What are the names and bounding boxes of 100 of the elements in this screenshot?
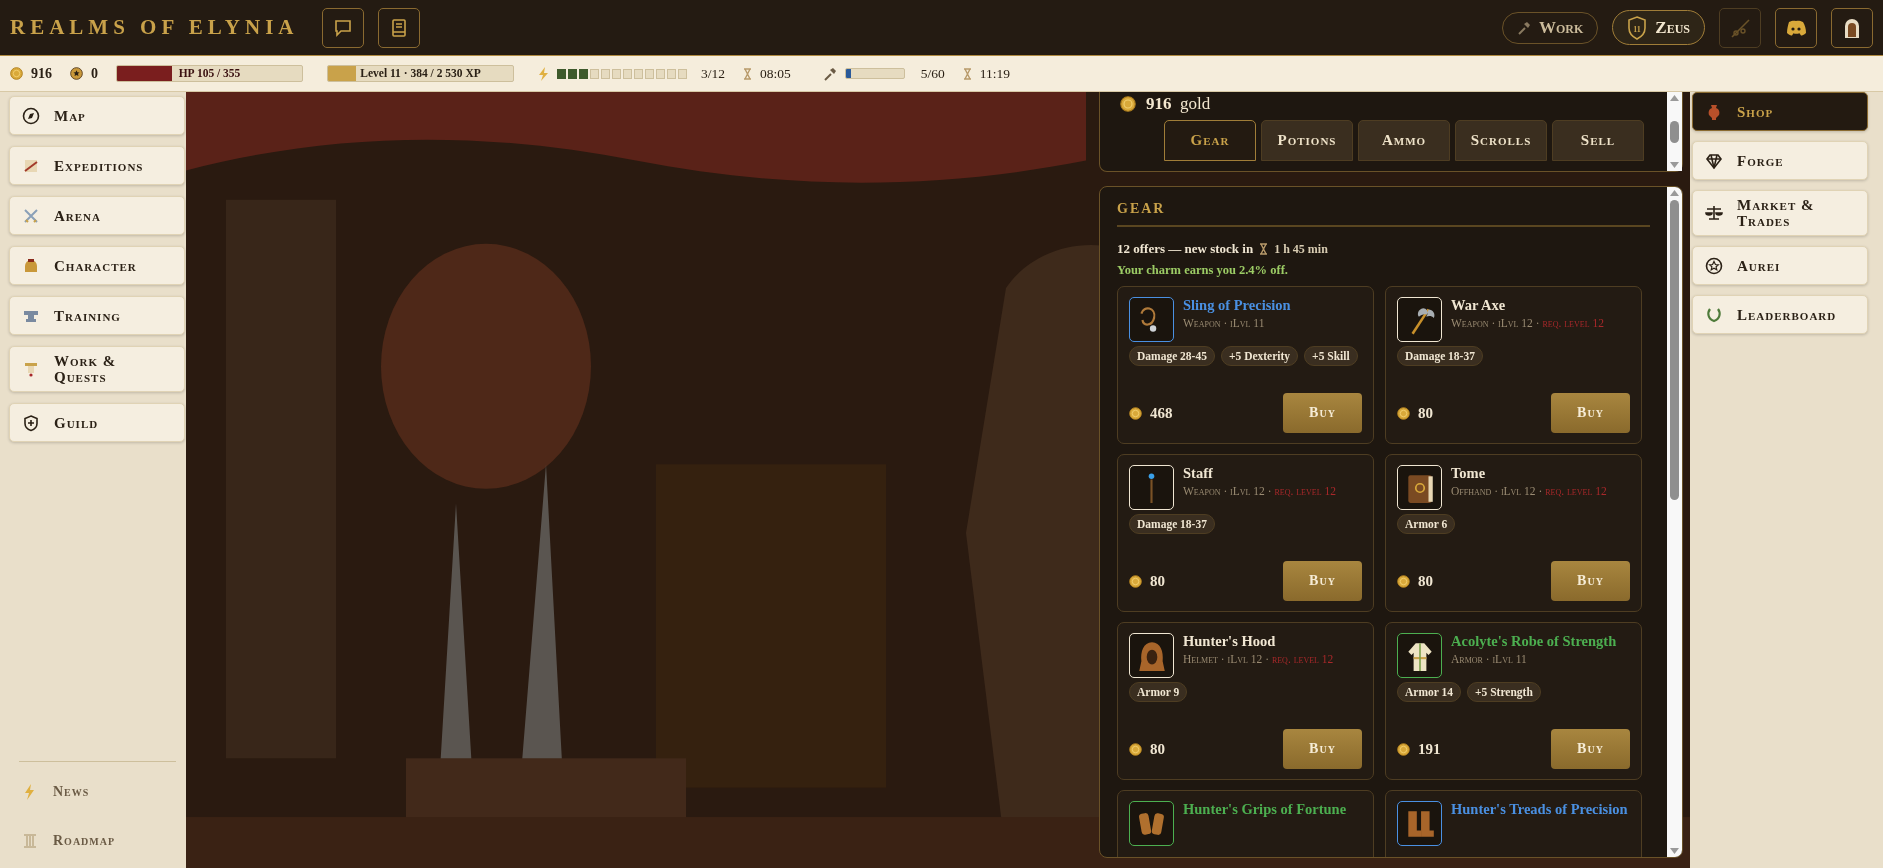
scroll-down-icon [1670, 848, 1679, 854]
profile-button[interactable]: 11 Zeus [1612, 10, 1705, 45]
hourglass-icon [1259, 243, 1269, 255]
offers-text: 12 offers — new stock in [1117, 241, 1254, 257]
hourglass-icon [743, 67, 752, 80]
nav-item[interactable]: Arena [9, 196, 185, 235]
stat-tag: Damage 18-37 [1397, 346, 1483, 366]
item-meta: Armor · iLvl 11 [1451, 653, 1528, 665]
scroll-thumb[interactable] [1670, 120, 1679, 143]
restock-timer: 1 h 45 min [1274, 241, 1328, 257]
item-price: 80 [1150, 572, 1165, 590]
shop-tab[interactable]: Scrolls [1455, 120, 1547, 161]
chat-button[interactable] [322, 7, 365, 48]
scroll-thumb[interactable] [1670, 200, 1679, 500]
level-shield-icon: 11 [1627, 15, 1648, 40]
stat-tag: +5 Dexterity [1220, 346, 1299, 366]
stat-tag: Armor 14 [1397, 682, 1461, 702]
helmet-icon [22, 256, 40, 275]
discount-text: Your charm earns you 2.4% off. [1117, 263, 1289, 278]
item-name: Staff [1183, 465, 1214, 482]
hammer-icon [822, 66, 837, 81]
coin-count: 916 [31, 65, 52, 82]
nav-item[interactable]: Training [9, 296, 185, 335]
energy-reading: 3/12 [701, 65, 725, 82]
discord-button[interactable] [1775, 7, 1817, 48]
hourglass-icon [962, 67, 972, 80]
footer-link[interactable]: News [9, 773, 186, 811]
item-meta: Weapon · iLvl 11 [1183, 317, 1266, 329]
chat-icon [333, 17, 354, 38]
work-reading: 5/60 [920, 65, 945, 82]
shop-tab[interactable]: Potions [1261, 120, 1353, 161]
nav-item[interactable]: Work & Quests [9, 346, 185, 392]
energy-timer: 08:05 [760, 65, 791, 82]
coin-icon [1129, 574, 1142, 588]
item-name: Hunter's Hood [1183, 633, 1277, 650]
nav-item[interactable]: Map [9, 96, 185, 135]
nav-item[interactable]: Character [9, 246, 185, 285]
aurei-amount: 0 [91, 65, 98, 82]
shop-tab[interactable]: Sell [1552, 120, 1644, 161]
coin-icon [1129, 742, 1142, 756]
item-price: 80 [1418, 572, 1433, 590]
stat-tag: +5 Strength [1467, 682, 1541, 702]
shop-tab[interactable]: Ammo [1358, 120, 1450, 161]
item-meta: Offhand · iLvl 12 · req. level 12 [1451, 485, 1607, 497]
coin-icon [1129, 406, 1142, 420]
nav-item[interactable]: Shop [1692, 92, 1868, 131]
nav-item[interactable]: Forge [1692, 141, 1868, 180]
item-name: Hunter's Treads of Precision [1451, 801, 1628, 818]
nav-item[interactable]: Guild [9, 403, 185, 442]
item-meta: Weapon · iLvl 12 · req. level 12 [1183, 485, 1336, 497]
book-icon [390, 17, 409, 38]
scrollbar[interactable] [1667, 92, 1682, 171]
scroll-up-icon [1670, 95, 1679, 101]
coin-balance: 916 gold [1146, 94, 1211, 114]
coin-icon [10, 67, 23, 80]
diamond-icon [1705, 151, 1723, 170]
nav-item[interactable]: Leaderboard [1692, 295, 1868, 334]
controller-icon [1785, 19, 1807, 36]
item-meta: Helmet · iLvl 12 · req. level 12 [1183, 653, 1334, 665]
item-name: Sling of Precision [1183, 297, 1291, 314]
scroll-up-icon [1670, 190, 1679, 196]
nav-item[interactable]: Market & Trades [1692, 190, 1868, 236]
pillar-icon [21, 832, 39, 850]
footer-link[interactable]: Roadmap [9, 822, 186, 860]
star-coin-icon [1705, 256, 1723, 275]
journal-button[interactable] [378, 7, 421, 48]
stat-tag: +5 Skill [1304, 346, 1358, 366]
coin-icon [1397, 406, 1410, 420]
scroll-down-icon [1670, 162, 1679, 168]
shield-icon [22, 413, 40, 432]
xp-label: Level 11 · 384 / 2 530 XP [359, 66, 482, 81]
scroll-icon [22, 360, 40, 378]
nav-item[interactable]: Aurei [1692, 246, 1868, 285]
stat-tag: Armor 6 [1397, 514, 1456, 534]
scrollbar[interactable] [1667, 187, 1682, 857]
item-meta: Weapon · iLvl 12 · req. level 12 [1451, 317, 1604, 329]
music-toggle-button[interactable] [1719, 7, 1761, 48]
hammer-icon [1516, 20, 1531, 35]
crossed-swords-icon [22, 206, 40, 225]
scales-icon [1705, 204, 1723, 222]
muted-music-icon [1729, 16, 1751, 39]
staff-icon [1148, 472, 1155, 503]
health-label: HP 105 / 355 [177, 66, 242, 81]
item-name: Tome [1451, 465, 1487, 482]
stat-tag: Damage 28-45 [1129, 346, 1215, 366]
shop-tab[interactable]: Gear [1164, 120, 1256, 161]
work-timer: 11:19 [979, 65, 1011, 82]
item-name: Hunter's Grips of Fortune [1183, 801, 1347, 818]
stat-tag: Armor 9 [1129, 682, 1188, 702]
lightning-icon [538, 66, 549, 81]
door-icon [1843, 16, 1861, 39]
item-name: War Axe [1451, 297, 1507, 314]
stat-tag: Damage 18-37 [1129, 514, 1215, 534]
nav-item[interactable]: Expeditions [9, 146, 185, 185]
logout-button[interactable] [1831, 7, 1873, 48]
aurei-coin-icon [70, 67, 83, 80]
coin-icon [1120, 96, 1136, 112]
item-price: 80 [1150, 740, 1165, 758]
game-logo: REALMS OF ELYNIA [10, 15, 299, 40]
coin-icon [1397, 742, 1410, 756]
